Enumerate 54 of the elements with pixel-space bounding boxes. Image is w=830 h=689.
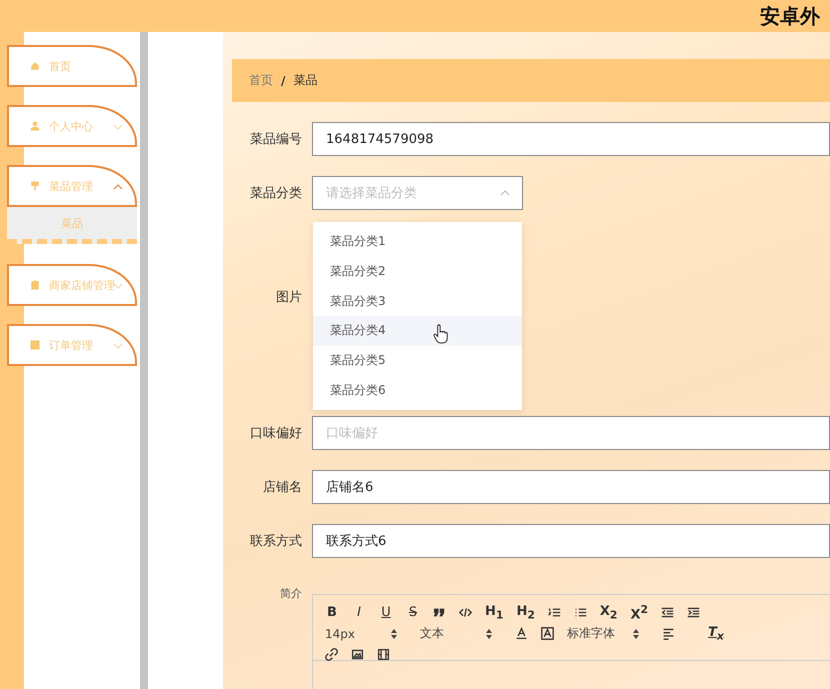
image-icon[interactable] <box>351 648 364 661</box>
up-down-icon <box>391 628 397 638</box>
input-field[interactable]: 1648174579098 <box>312 122 830 156</box>
link-icon[interactable] <box>325 648 338 661</box>
up-down-icon <box>486 628 492 638</box>
rich-text-editor[interactable]: B I U S H$_{1}$ H$_{2}$ X$_{2}$ X$^{2}$ 14px 文本 标准字体 T$_{x}$ <box>312 594 830 689</box>
breadcrumb-link[interactable]: 菜品 <box>293 72 318 89</box>
format-picker[interactable]: 文本 <box>420 625 492 642</box>
dropdown-option[interactable]: 菜品分类2 <box>313 256 522 286</box>
bullet-list-icon[interactable] <box>574 606 587 619</box>
field-label: 店铺名 <box>262 479 302 496</box>
quote-icon[interactable] <box>433 606 446 619</box>
ordered-list-icon[interactable] <box>548 606 561 619</box>
format-button[interactable]: S <box>406 605 420 620</box>
dropdown-option[interactable]: 菜品分类5 <box>313 346 522 376</box>
input-field[interactable]: 店铺名6 <box>312 470 830 504</box>
format-button[interactable]: I <box>352 605 366 620</box>
field-label: 图片 <box>275 289 302 306</box>
format-picker[interactable]: 标准字体 <box>567 625 639 642</box>
input-field[interactable]: 口味偏好 <box>312 416 830 450</box>
dropdown-option[interactable]: 菜品分类6 <box>313 375 522 406</box>
code-icon[interactable] <box>459 606 472 619</box>
input-field[interactable]: 联系方式6 <box>312 524 830 558</box>
field-label: 联系方式 <box>249 533 302 550</box>
format-button[interactable]: U <box>379 605 393 620</box>
dropdown-option[interactable]: 菜品分类4 <box>313 316 522 346</box>
format-button[interactable]: B <box>325 605 339 620</box>
field-label: 菜品编号 <box>249 131 302 148</box>
field-label: 菜品分类 <box>249 185 302 202</box>
indent-icon[interactable] <box>687 606 700 619</box>
field-label: 口味偏好 <box>249 425 302 442</box>
dropdown-option[interactable]: 菜品分类3 <box>313 286 522 316</box>
format-picker[interactable]: 14px <box>325 626 397 640</box>
format-button[interactable]: H$_{1}$ <box>485 604 504 622</box>
hand-cursor-icon <box>433 324 448 345</box>
font-color-icon[interactable] <box>515 627 528 640</box>
format-button[interactable]: X$_{2}$ <box>600 604 618 622</box>
format-button[interactable]: X$^{2}$ <box>630 602 648 622</box>
clipboard-icon <box>29 279 41 291</box>
home-icon <box>29 60 41 72</box>
breadcrumb-separator: / <box>281 74 286 88</box>
film-icon[interactable] <box>377 648 390 661</box>
user-icon <box>29 120 41 132</box>
dropdown-option[interactable]: 菜品分类1 <box>313 227 522 257</box>
field-label: 简介 <box>279 586 302 601</box>
app-title: 安卓外 <box>760 4 820 28</box>
format-button[interactable]: H$_{2}$ <box>516 604 535 622</box>
format-button[interactable]: T$_{x}$ <box>708 624 724 642</box>
scrollbar[interactable] <box>140 32 148 689</box>
align-left-icon[interactable] <box>662 627 675 640</box>
highlight-icon[interactable] <box>541 627 554 640</box>
square-icon <box>29 339 41 351</box>
outdent-icon[interactable] <box>661 606 674 619</box>
up-down-icon <box>633 628 639 638</box>
